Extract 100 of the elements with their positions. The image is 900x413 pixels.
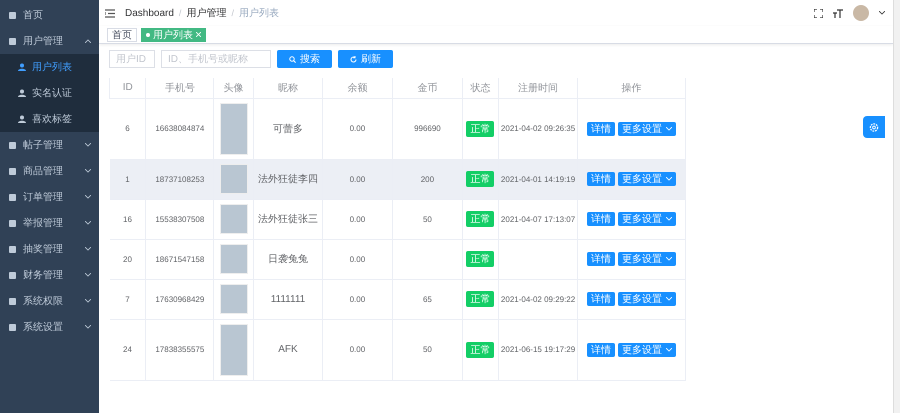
sidebar-item-label: 举报管理	[23, 216, 63, 230]
menu-icon[interactable]	[105, 8, 115, 18]
menu-item-icon	[8, 322, 17, 332]
table-cell: 996690	[414, 124, 441, 133]
sidebar-item[interactable]: 系统权限	[0, 288, 99, 314]
table-cell: 65	[422, 294, 432, 304]
settings-icon	[869, 122, 879, 132]
table-cell: 18671547158	[155, 254, 204, 264]
sidebar-item[interactable]: 举报管理	[0, 210, 99, 236]
details-button[interactable]: 详情	[587, 172, 616, 186]
sidebar-item[interactable]: 用户管理	[0, 28, 99, 54]
fullscreen-icon[interactable]	[814, 8, 823, 18]
table-cell: 6	[125, 124, 130, 133]
table-row[interactable]: 24 17838355575 AFK 0.00 50 正常 2021-06-15 19:17:29 详情 更多设置	[110, 319, 686, 380]
chevron-icon	[666, 348, 672, 352]
table-cell: 2021-04-02 09:26:35	[500, 124, 576, 133]
details-button[interactable]: 详情	[587, 342, 616, 356]
table-row[interactable]: 16 15538307508 法外狂徒张三 0.00 50 正常 2021-04-07 17:13:07 详情 更多设置	[110, 199, 686, 239]
sidebar-subitem[interactable]: 实名认证	[0, 80, 99, 106]
details-button[interactable]: 详情	[587, 292, 616, 306]
table-cell: 15538307508	[155, 214, 204, 224]
table-cell: 24	[123, 345, 132, 354]
sidebar-item-label: 首页	[23, 9, 43, 22]
chevron-icon	[666, 126, 672, 130]
search-icon	[289, 56, 296, 62]
details-button[interactable]: 详情	[587, 252, 616, 266]
column-header: 状态	[462, 78, 498, 98]
details-button[interactable]: 详情	[587, 212, 616, 226]
status-badge: 正常	[466, 171, 494, 187]
menu-item-icon	[8, 270, 17, 280]
more-settings-button[interactable]: 更多设置	[618, 292, 676, 306]
table-cell: 1111111	[270, 294, 306, 304]
tag[interactable]: 首页	[107, 28, 137, 42]
sidebar-item-label: 财务管理	[23, 268, 63, 282]
table-row[interactable]: 7 17630968429 1111111 0.00 65 正常 2021-04-02 09:29:22 详情 更多设置	[110, 279, 686, 319]
settings-button[interactable]	[863, 116, 885, 138]
sidebar-item[interactable]: 帖子管理	[0, 132, 99, 158]
photo-placeholder	[220, 324, 248, 376]
sidebar-subitem[interactable]: 用户列表	[0, 54, 99, 80]
photo-placeholder	[220, 244, 248, 274]
table-cell: 0.00	[350, 214, 366, 224]
table-cell: 200	[420, 174, 434, 184]
table-row[interactable]: 1 18737108253 法外狂徒李四 0.00 200 正常 2021-04-01 14:19:19 详情 更多设置	[110, 159, 686, 199]
more-settings-button[interactable]: 更多设置	[618, 252, 676, 266]
search-field[interactable]: ID、手机号或昵称	[161, 50, 271, 68]
refresh-button[interactable]: 刷新	[338, 50, 393, 68]
sidebar-item[interactable]: 订单管理	[0, 184, 99, 210]
table-cell: 法外狂徒李四	[258, 174, 318, 185]
breadcrumb-item[interactable]: 用户管理	[186, 6, 226, 20]
sidebar-item[interactable]: 财务管理	[0, 262, 99, 288]
status-badge: 正常	[466, 120, 494, 136]
column-header: 头像	[214, 78, 254, 98]
person-icon	[18, 63, 26, 71]
table-cell: 20	[123, 254, 132, 264]
more-settings-button[interactable]: 更多设置	[618, 172, 676, 186]
table-cell: 18737108253	[155, 174, 204, 184]
sidebar-item[interactable]: 首页	[0, 2, 99, 28]
more-settings-button[interactable]: 更多设置	[618, 342, 676, 356]
more-settings-button[interactable]: 更多设置	[618, 212, 676, 226]
sidebar-subitem-label: 实名认证	[32, 86, 72, 100]
font-size-icon[interactable]	[833, 8, 843, 18]
sidebar-item[interactable]: 系统设置	[0, 314, 99, 340]
refresh-icon	[350, 56, 357, 62]
table-cell: 0.00	[350, 254, 366, 264]
tag-label: 首页	[112, 28, 132, 42]
table-cell: 0.00	[350, 124, 366, 133]
sidebar-item[interactable]: 抽奖管理	[0, 236, 99, 262]
sidebar-item-label: 抽奖管理	[23, 242, 63, 256]
table-cell: 50	[422, 214, 432, 224]
table-cell: 2021-04-01 14:19:19	[500, 174, 576, 184]
table-cell: 0.00	[350, 345, 366, 354]
column-header: 金币	[392, 78, 462, 98]
table-cell: 50	[422, 345, 432, 354]
more-settings-button[interactable]: 更多设置	[618, 122, 676, 136]
sidebar-subitem[interactable]: 喜欢标签	[0, 106, 99, 132]
person-icon	[18, 115, 26, 123]
table-cell: 0.00	[350, 294, 366, 304]
breadcrumb-separator: /	[178, 8, 182, 18]
menu-item-icon	[8, 218, 17, 228]
chevron-icon	[666, 217, 672, 221]
search-field[interactable]: 用户ID	[109, 50, 155, 68]
menu-item-icon	[8, 296, 17, 306]
table-cell: 可蕾多	[272, 124, 303, 134]
sidebar-item[interactable]: 商品管理	[0, 158, 99, 184]
details-button[interactable]: 详情	[587, 122, 616, 136]
search-button[interactable]: 搜索	[277, 50, 332, 68]
breadcrumb-item[interactable]: Dashboard	[125, 8, 174, 18]
chevron-icon	[879, 11, 885, 15]
table-cell: 法外狂徒张三	[258, 214, 318, 225]
column-header: 余额	[322, 78, 392, 98]
column-header: 昵称	[254, 78, 322, 98]
table-row[interactable]: 20 18671547158 日袭兔兔 0.00 正常 详情 更多设置	[110, 239, 686, 279]
sidebar-item-label: 系统设置	[23, 320, 63, 334]
status-badge: 正常	[466, 291, 494, 307]
menu-item-icon	[8, 36, 17, 46]
sidebar-item-label: 帖子管理	[23, 138, 63, 152]
chevron-icon	[666, 177, 672, 181]
table-cell: 7	[125, 294, 130, 304]
status-badge: 正常	[466, 251, 494, 267]
table-row[interactable]: 6 16638084874 可蕾多 0.00 996690 正常 2021-04-02 09:26:35 详情 更多设置	[110, 98, 686, 159]
